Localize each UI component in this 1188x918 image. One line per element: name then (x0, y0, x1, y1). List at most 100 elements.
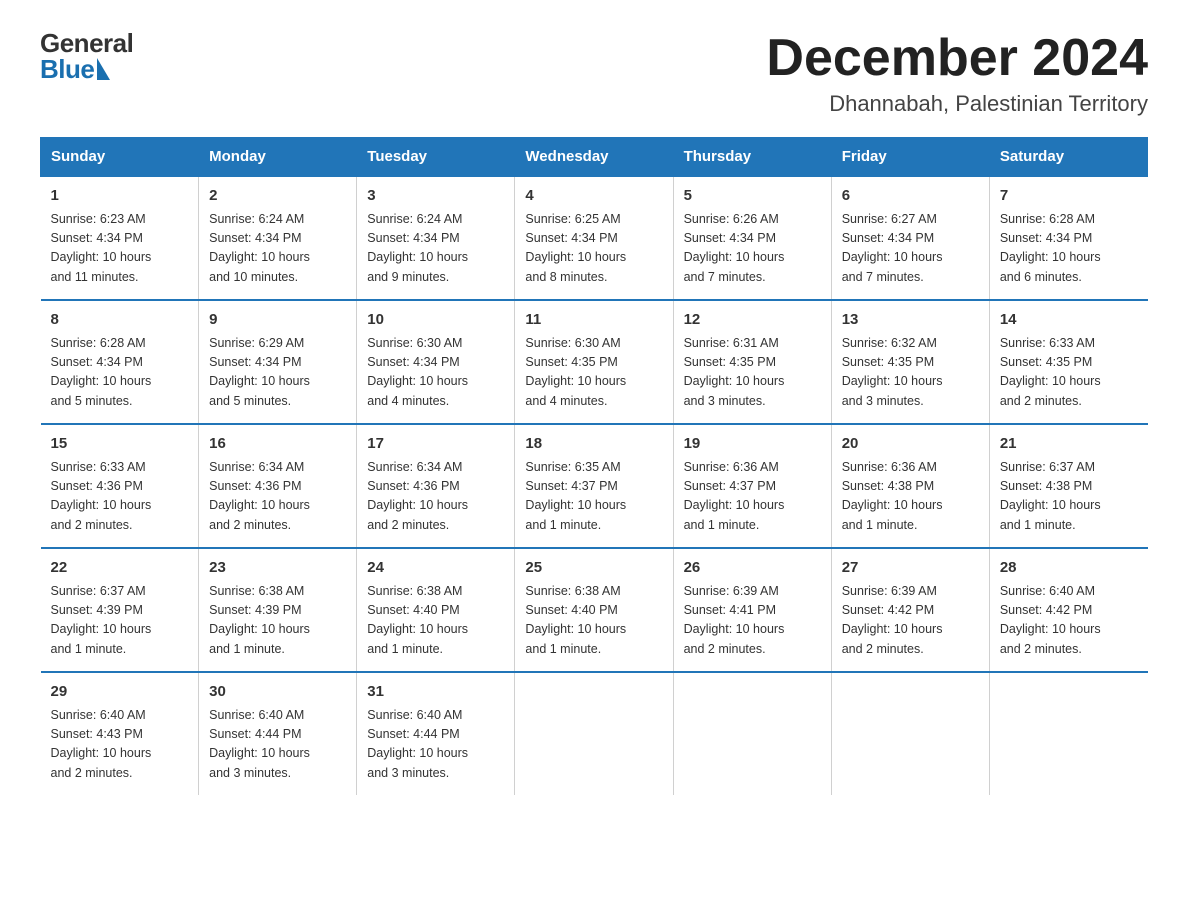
day-info: Sunrise: 6:37 AMSunset: 4:39 PMDaylight:… (51, 582, 189, 660)
calendar-day-cell: 22Sunrise: 6:37 AMSunset: 4:39 PMDayligh… (41, 548, 199, 672)
calendar-day-cell: 9Sunrise: 6:29 AMSunset: 4:34 PMDaylight… (199, 300, 357, 424)
calendar-day-cell: 26Sunrise: 6:39 AMSunset: 4:41 PMDayligh… (673, 548, 831, 672)
day-info: Sunrise: 6:28 AMSunset: 4:34 PMDaylight:… (51, 334, 189, 412)
day-info: Sunrise: 6:32 AMSunset: 4:35 PMDaylight:… (842, 334, 979, 412)
day-number: 26 (684, 557, 821, 580)
calendar-day-cell: 6Sunrise: 6:27 AMSunset: 4:34 PMDaylight… (831, 176, 989, 300)
calendar-week-row: 1Sunrise: 6:23 AMSunset: 4:34 PMDaylight… (41, 176, 1148, 300)
day-info: Sunrise: 6:40 AMSunset: 4:44 PMDaylight:… (209, 706, 346, 784)
calendar-empty-cell (673, 672, 831, 795)
calendar-day-cell: 25Sunrise: 6:38 AMSunset: 4:40 PMDayligh… (515, 548, 673, 672)
day-number: 9 (209, 309, 346, 332)
day-info: Sunrise: 6:40 AMSunset: 4:43 PMDaylight:… (51, 706, 189, 784)
day-number: 27 (842, 557, 979, 580)
day-info: Sunrise: 6:34 AMSunset: 4:36 PMDaylight:… (367, 458, 504, 536)
day-info: Sunrise: 6:28 AMSunset: 4:34 PMDaylight:… (1000, 210, 1138, 288)
day-header-monday: Monday (199, 138, 357, 177)
day-number: 17 (367, 433, 504, 456)
day-number: 30 (209, 681, 346, 704)
calendar-day-cell: 11Sunrise: 6:30 AMSunset: 4:35 PMDayligh… (515, 300, 673, 424)
day-number: 23 (209, 557, 346, 580)
calendar-day-cell: 28Sunrise: 6:40 AMSunset: 4:42 PMDayligh… (989, 548, 1147, 672)
day-info: Sunrise: 6:33 AMSunset: 4:36 PMDaylight:… (51, 458, 189, 536)
day-number: 22 (51, 557, 189, 580)
day-number: 18 (525, 433, 662, 456)
day-info: Sunrise: 6:30 AMSunset: 4:35 PMDaylight:… (525, 334, 662, 412)
calendar-day-cell: 15Sunrise: 6:33 AMSunset: 4:36 PMDayligh… (41, 424, 199, 548)
day-number: 31 (367, 681, 504, 704)
day-info: Sunrise: 6:29 AMSunset: 4:34 PMDaylight:… (209, 334, 346, 412)
day-number: 8 (51, 309, 189, 332)
calendar-empty-cell (989, 672, 1147, 795)
page-header: General Blue December 2024 Dhannabah, Pa… (40, 30, 1148, 117)
calendar-day-cell: 13Sunrise: 6:32 AMSunset: 4:35 PMDayligh… (831, 300, 989, 424)
calendar-day-cell: 3Sunrise: 6:24 AMSunset: 4:34 PMDaylight… (357, 176, 515, 300)
day-header-saturday: Saturday (989, 138, 1147, 177)
day-info: Sunrise: 6:38 AMSunset: 4:39 PMDaylight:… (209, 582, 346, 660)
calendar-empty-cell (831, 672, 989, 795)
day-number: 28 (1000, 557, 1138, 580)
day-number: 13 (842, 309, 979, 332)
month-title: December 2024 (766, 30, 1148, 87)
calendar-week-row: 22Sunrise: 6:37 AMSunset: 4:39 PMDayligh… (41, 548, 1148, 672)
calendar-day-cell: 31Sunrise: 6:40 AMSunset: 4:44 PMDayligh… (357, 672, 515, 795)
day-number: 10 (367, 309, 504, 332)
calendar-day-cell: 7Sunrise: 6:28 AMSunset: 4:34 PMDaylight… (989, 176, 1147, 300)
day-info: Sunrise: 6:24 AMSunset: 4:34 PMDaylight:… (209, 210, 346, 288)
day-number: 6 (842, 185, 979, 208)
day-info: Sunrise: 6:34 AMSunset: 4:36 PMDaylight:… (209, 458, 346, 536)
day-number: 29 (51, 681, 189, 704)
day-header-thursday: Thursday (673, 138, 831, 177)
logo-triangle-icon (97, 58, 110, 80)
day-info: Sunrise: 6:36 AMSunset: 4:38 PMDaylight:… (842, 458, 979, 536)
day-info: Sunrise: 6:40 AMSunset: 4:44 PMDaylight:… (367, 706, 504, 784)
day-info: Sunrise: 6:33 AMSunset: 4:35 PMDaylight:… (1000, 334, 1138, 412)
calendar-day-cell: 2Sunrise: 6:24 AMSunset: 4:34 PMDaylight… (199, 176, 357, 300)
calendar-header-row: SundayMondayTuesdayWednesdayThursdayFrid… (41, 138, 1148, 177)
day-info: Sunrise: 6:31 AMSunset: 4:35 PMDaylight:… (684, 334, 821, 412)
day-info: Sunrise: 6:23 AMSunset: 4:34 PMDaylight:… (51, 210, 189, 288)
day-info: Sunrise: 6:36 AMSunset: 4:37 PMDaylight:… (684, 458, 821, 536)
day-info: Sunrise: 6:39 AMSunset: 4:42 PMDaylight:… (842, 582, 979, 660)
logo: General Blue (40, 30, 133, 82)
calendar-week-row: 8Sunrise: 6:28 AMSunset: 4:34 PMDaylight… (41, 300, 1148, 424)
day-number: 24 (367, 557, 504, 580)
calendar-day-cell: 10Sunrise: 6:30 AMSunset: 4:34 PMDayligh… (357, 300, 515, 424)
day-number: 2 (209, 185, 346, 208)
calendar-day-cell: 8Sunrise: 6:28 AMSunset: 4:34 PMDaylight… (41, 300, 199, 424)
day-number: 1 (51, 185, 189, 208)
day-info: Sunrise: 6:40 AMSunset: 4:42 PMDaylight:… (1000, 582, 1138, 660)
day-number: 7 (1000, 185, 1138, 208)
calendar-day-cell: 30Sunrise: 6:40 AMSunset: 4:44 PMDayligh… (199, 672, 357, 795)
day-header-tuesday: Tuesday (357, 138, 515, 177)
day-number: 15 (51, 433, 189, 456)
day-number: 25 (525, 557, 662, 580)
calendar-day-cell: 27Sunrise: 6:39 AMSunset: 4:42 PMDayligh… (831, 548, 989, 672)
day-header-wednesday: Wednesday (515, 138, 673, 177)
calendar-day-cell: 14Sunrise: 6:33 AMSunset: 4:35 PMDayligh… (989, 300, 1147, 424)
calendar-day-cell: 1Sunrise: 6:23 AMSunset: 4:34 PMDaylight… (41, 176, 199, 300)
calendar-day-cell: 20Sunrise: 6:36 AMSunset: 4:38 PMDayligh… (831, 424, 989, 548)
day-info: Sunrise: 6:30 AMSunset: 4:34 PMDaylight:… (367, 334, 504, 412)
day-info: Sunrise: 6:38 AMSunset: 4:40 PMDaylight:… (367, 582, 504, 660)
day-number: 20 (842, 433, 979, 456)
day-number: 3 (367, 185, 504, 208)
day-info: Sunrise: 6:24 AMSunset: 4:34 PMDaylight:… (367, 210, 504, 288)
calendar-day-cell: 18Sunrise: 6:35 AMSunset: 4:37 PMDayligh… (515, 424, 673, 548)
day-info: Sunrise: 6:38 AMSunset: 4:40 PMDaylight:… (525, 582, 662, 660)
calendar-day-cell: 4Sunrise: 6:25 AMSunset: 4:34 PMDaylight… (515, 176, 673, 300)
calendar-day-cell: 5Sunrise: 6:26 AMSunset: 4:34 PMDaylight… (673, 176, 831, 300)
calendar-week-row: 15Sunrise: 6:33 AMSunset: 4:36 PMDayligh… (41, 424, 1148, 548)
day-header-sunday: Sunday (41, 138, 199, 177)
calendar-day-cell: 24Sunrise: 6:38 AMSunset: 4:40 PMDayligh… (357, 548, 515, 672)
calendar-day-cell: 19Sunrise: 6:36 AMSunset: 4:37 PMDayligh… (673, 424, 831, 548)
day-header-friday: Friday (831, 138, 989, 177)
calendar-day-cell: 17Sunrise: 6:34 AMSunset: 4:36 PMDayligh… (357, 424, 515, 548)
day-number: 5 (684, 185, 821, 208)
day-info: Sunrise: 6:37 AMSunset: 4:38 PMDaylight:… (1000, 458, 1138, 536)
day-number: 16 (209, 433, 346, 456)
calendar-week-row: 29Sunrise: 6:40 AMSunset: 4:43 PMDayligh… (41, 672, 1148, 795)
day-info: Sunrise: 6:39 AMSunset: 4:41 PMDaylight:… (684, 582, 821, 660)
day-info: Sunrise: 6:35 AMSunset: 4:37 PMDaylight:… (525, 458, 662, 536)
day-number: 14 (1000, 309, 1138, 332)
